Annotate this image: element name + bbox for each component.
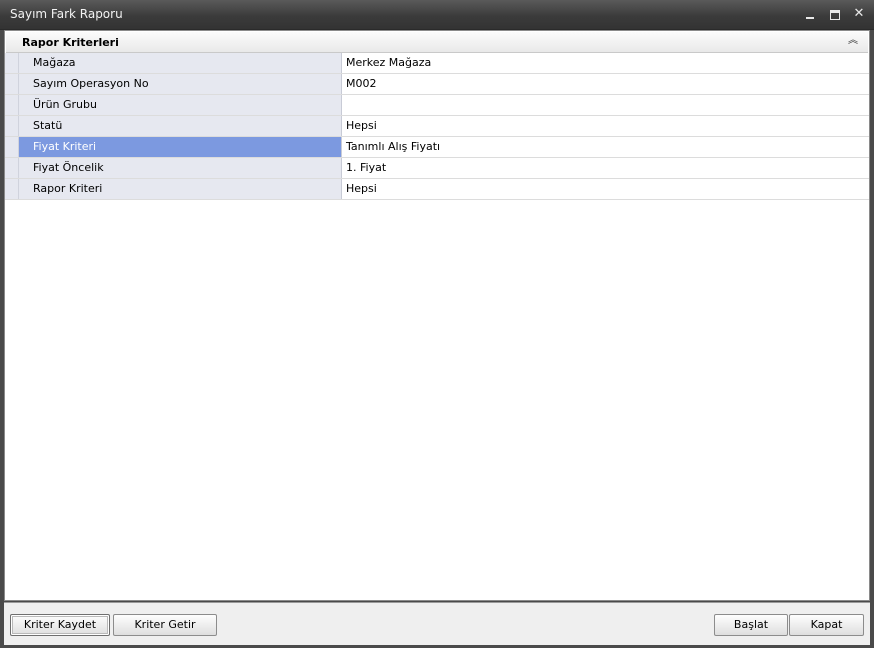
criteria-group-title: Rapor Kriterleri	[22, 36, 119, 49]
save-criteria-button[interactable]: Kriter Kaydet	[10, 614, 110, 636]
criteria-row-report-criterion[interactable]: Rapor Kriteri Hepsi	[5, 179, 869, 200]
criteria-label: Sayım Operasyon No	[19, 74, 342, 94]
minimize-icon[interactable]	[801, 6, 819, 22]
row-indent	[5, 95, 19, 115]
row-indent	[5, 53, 19, 73]
report-criteria-panel: Rapor Kriterleri ︽ Mağaza Merkez Mağaza …	[4, 30, 870, 601]
load-criteria-button[interactable]: Kriter Getir	[113, 614, 217, 636]
row-indent	[5, 179, 19, 199]
start-button[interactable]: Başlat	[714, 614, 788, 636]
close-button[interactable]: Kapat	[789, 614, 864, 636]
criteria-grid: Mağaza Merkez Mağaza Sayım Operasyon No …	[5, 53, 869, 200]
criteria-value-field[interactable]: M002	[343, 74, 869, 94]
criteria-label: Ürün Grubu	[19, 95, 342, 115]
row-indent	[5, 116, 19, 136]
criteria-label: Fiyat Kriteri	[19, 137, 342, 157]
criteria-value-field[interactable]: Merkez Mağaza	[343, 53, 869, 73]
criteria-row-product-group[interactable]: Ürün Grubu	[5, 95, 869, 116]
criteria-label: Mağaza	[19, 53, 342, 73]
criteria-value-field[interactable]	[343, 95, 869, 115]
criteria-value-field[interactable]: Hepsi	[343, 116, 869, 136]
criteria-label: Statü	[19, 116, 342, 136]
window-title: Sayım Fark Raporu	[10, 7, 123, 21]
report-window: Sayım Fark Raporu ✕ Rapor Kriterleri ︽ M…	[0, 0, 874, 648]
criteria-label: Fiyat Öncelik	[19, 158, 342, 178]
criteria-value-field[interactable]: Hepsi	[343, 179, 869, 199]
maximize-icon[interactable]	[826, 6, 844, 22]
row-indent	[5, 137, 19, 157]
criteria-row-price-priority[interactable]: Fiyat Öncelik 1. Fiyat	[5, 158, 869, 179]
criteria-row-status[interactable]: Statü Hepsi	[5, 116, 869, 137]
button-bar: Kriter Kaydet Kriter Getir Başlat Kapat	[4, 602, 870, 645]
row-indent	[5, 74, 19, 94]
title-bar[interactable]: Sayım Fark Raporu ✕	[0, 0, 874, 30]
close-icon[interactable]: ✕	[850, 6, 868, 22]
criteria-group-header[interactable]: Rapor Kriterleri ︽	[6, 32, 868, 53]
row-indent	[5, 158, 19, 178]
criteria-label: Rapor Kriteri	[19, 179, 342, 199]
criteria-row-store[interactable]: Mağaza Merkez Mağaza	[5, 53, 869, 74]
double-chevron-up-icon[interactable]: ︽	[846, 34, 860, 48]
criteria-value-field[interactable]: 1. Fiyat	[343, 158, 869, 178]
criteria-row-count-operation-no[interactable]: Sayım Operasyon No M002	[5, 74, 869, 95]
criteria-row-price-criterion[interactable]: Fiyat Kriteri Tanımlı Alış Fiyatı	[5, 137, 869, 158]
criteria-value-field[interactable]: Tanımlı Alış Fiyatı	[343, 137, 869, 157]
